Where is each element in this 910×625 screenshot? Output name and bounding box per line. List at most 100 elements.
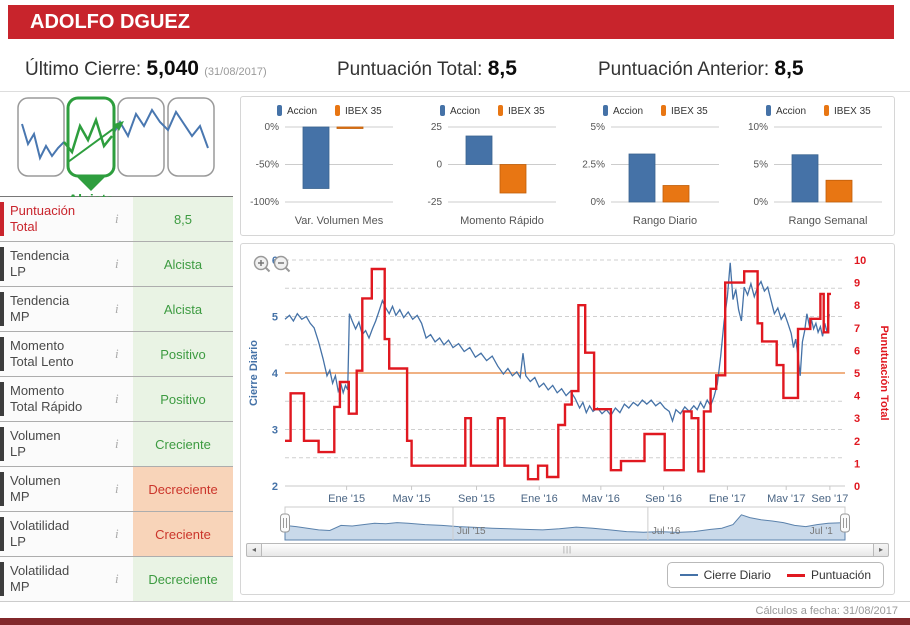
total-score-value: 8,5 (487, 57, 517, 80)
scrollbar-thumb[interactable]: ||| (262, 544, 873, 556)
right-axis-title: Punutuación Total (878, 325, 890, 420)
navigator-area (284, 514, 846, 541)
mini-legend-accion[interactable]: Accion (276, 105, 317, 117)
bottom-accent-bar (0, 618, 910, 625)
mini-legend-accion[interactable]: Accion (439, 105, 480, 117)
info-icon[interactable]: i (115, 211, 119, 227)
indicator-label: Volatilidad MP (10, 563, 70, 594)
mini-chart-cell: Accion IBEX 35 5% 2.5% 0% Rango Diario (568, 97, 731, 235)
svg-text:IBEX 35: IBEX 35 (508, 106, 545, 117)
indicator-value: Creciente (133, 512, 233, 556)
bar-ibex (662, 185, 690, 203)
page-title: ADOLFO DGUEZ (8, 5, 894, 39)
navigator-right-handle[interactable] (840, 513, 850, 533)
info-icon[interactable]: i (115, 301, 119, 317)
svg-text:10: 10 (854, 255, 866, 267)
indicator-value: Creciente (133, 422, 233, 466)
zoom-in-icon[interactable] (253, 255, 271, 273)
chart-legend: Cierre Diario Puntuación (666, 562, 884, 588)
info-icon[interactable]: i (115, 571, 119, 587)
series-cierre-diario (284, 262, 830, 424)
mini-chart-0: Accion IBEX 35 0% -50% -100% Var. Volumen Mes (250, 105, 393, 227)
bar-accion (628, 153, 656, 203)
svg-text:Accion: Accion (613, 106, 643, 117)
svg-text:-100%: -100% (250, 197, 279, 208)
svg-text:Accion: Accion (287, 106, 317, 117)
bar-ibex (825, 179, 853, 203)
row-accent-bar (0, 472, 4, 506)
pointer-icon (75, 176, 106, 191)
legend-item-cierre-diario[interactable]: Cierre Diario (679, 568, 771, 582)
svg-text:5%: 5% (754, 160, 769, 171)
svg-text:IBEX 35: IBEX 35 (834, 106, 871, 117)
dashboard-page: ADOLFO DGUEZ Último Cierre: 5,040 (31/08… (0, 0, 910, 625)
indicator-row-volumen-lp: Volumen LP i Creciente (0, 422, 233, 467)
svg-text:5%: 5% (591, 122, 606, 133)
mini-chart-title: Rango Diario (633, 215, 697, 227)
mini-chart-cell: Accion IBEX 35 0% -50% -100% Var. Volumen Mes (241, 97, 404, 235)
previous-score-summary: Puntuación Anterior: 8,5 (598, 57, 804, 81)
info-icon[interactable]: i (115, 436, 119, 452)
header-divider (0, 91, 910, 92)
last-close-summary: Último Cierre: 5,040 (31/08/2017) (25, 57, 267, 81)
puntuacion-line-icon (786, 573, 805, 577)
indicator-sidebar: Alcista PuntuaciónTotali8,5TendenciaLPiA… (0, 96, 233, 602)
indicator-value: Alcista (133, 287, 233, 331)
indicator-table: Puntuación Total i 8,5 Tendencia LP i Alcista Te… (0, 196, 233, 602)
info-icon[interactable]: i (115, 346, 119, 362)
mini-legend-accion[interactable]: Accion (603, 105, 643, 117)
mini-legend-ibex[interactable]: IBEX 35 (661, 105, 708, 117)
mini-chart-title: Rango Semanal (789, 215, 868, 227)
chart-navigator[interactable]: Jul '15 Jul '16 Jul '1 (245, 502, 890, 542)
svg-text:3: 3 (854, 413, 860, 425)
bar-accion (302, 126, 330, 189)
info-icon[interactable]: i (115, 526, 119, 542)
chart-scrollbar[interactable]: ◂ ||| ▸ (246, 543, 889, 557)
mini-legend-ibex[interactable]: IBEX 35 (824, 105, 872, 117)
svg-text:0%: 0% (591, 197, 606, 208)
left-axis-title: Cierre Diario (248, 340, 260, 406)
mini-legend-ibex[interactable]: IBEX 35 (334, 105, 382, 117)
svg-text:1: 1 (854, 458, 860, 470)
indicator-label: Volumen MP (10, 473, 61, 504)
zoom-out-icon[interactable] (273, 255, 291, 273)
last-close-date: (31/08/2017) (204, 66, 267, 78)
svg-text:Ene '15: Ene '15 (328, 493, 365, 502)
svg-text:Accion: Accion (776, 106, 806, 117)
mini-legend-accion[interactable]: Accion (766, 105, 806, 117)
indicator-label: Volumen LP (10, 428, 61, 459)
previous-score-label: Puntuación Anterior: (598, 59, 770, 80)
mini-chart-title: Momento Rápido (460, 215, 544, 227)
svg-text:6: 6 (854, 345, 860, 357)
price-score-chart: 23456012345678910Ene '15May '15Sep '15En… (248, 255, 890, 502)
svg-text:0: 0 (436, 160, 442, 171)
svg-text:May '17: May '17 (767, 493, 805, 502)
svg-text:2: 2 (854, 436, 860, 448)
svg-text:0: 0 (854, 481, 860, 493)
legend-label-puntuacion: Puntuación (810, 568, 871, 582)
row-accent-bar (0, 382, 4, 416)
svg-text:Accion: Accion (450, 106, 480, 117)
indicator-row-puntuación-total: Puntuación Total i 8,5 (0, 197, 233, 242)
svg-text:9: 9 (854, 278, 860, 290)
info-icon[interactable]: i (115, 481, 119, 497)
info-icon[interactable]: i (115, 391, 119, 407)
bar-accion (465, 135, 493, 165)
indicator-row-volumen-mp: Volumen MP i Decreciente (0, 467, 233, 512)
scrollbar-right-arrow[interactable]: ▸ (873, 544, 888, 556)
total-score-label: Puntuación Total: (337, 59, 483, 80)
calculation-date: Cálculos a fecha: 31/08/2017 (755, 605, 899, 617)
svg-text:Ene '16: Ene '16 (521, 493, 558, 502)
row-accent-bar (0, 562, 4, 596)
indicator-label: Tendencia LP (10, 248, 70, 279)
indicator-row-volatilidad-mp: Volatilidad MP i Decreciente (0, 557, 233, 602)
info-icon[interactable]: i (115, 256, 119, 272)
indicator-row-tendencia-mp: Tendencia MP i Alcista (0, 287, 233, 332)
navigator-left-handle[interactable] (280, 513, 290, 533)
scrollbar-left-arrow[interactable]: ◂ (247, 544, 262, 556)
last-close-label: Último Cierre: (25, 59, 142, 80)
mini-legend-ibex[interactable]: IBEX 35 (497, 105, 545, 117)
svg-text:4: 4 (854, 391, 861, 403)
legend-item-puntuacion[interactable]: Puntuación (786, 568, 871, 582)
mini-chart-2: Accion IBEX 35 5% 2.5% 0% Rango Diario (582, 105, 720, 227)
